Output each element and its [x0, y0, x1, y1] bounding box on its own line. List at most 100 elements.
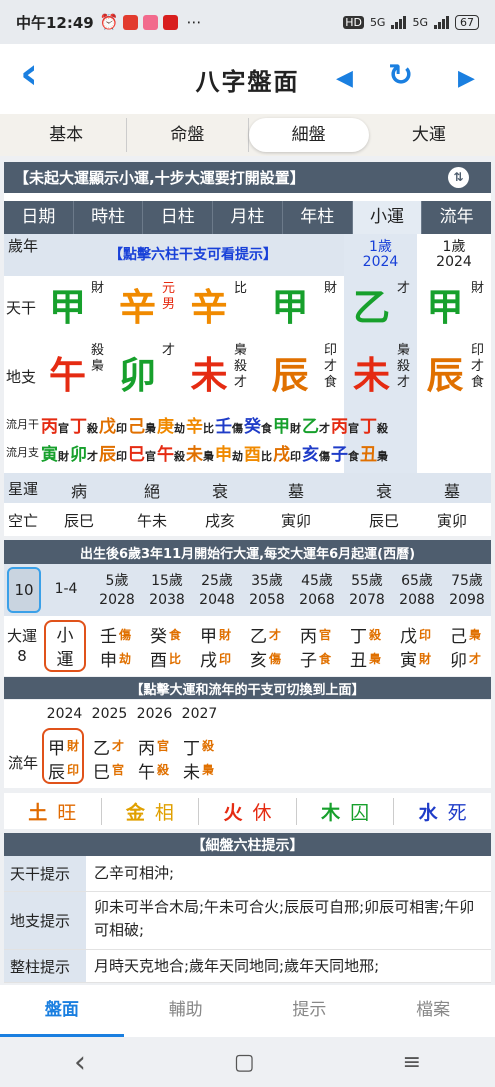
- system-menu-icon[interactable]: ≡: [403, 1050, 421, 1075]
- tab-basic[interactable]: 基本: [6, 118, 128, 152]
- liuyue-liugan-char[interactable]: 壬: [215, 417, 232, 437]
- battery-icon: 67: [455, 14, 479, 30]
- nav-dangan[interactable]: 檔案: [371, 985, 495, 1037]
- liuyue-liuzhi-char[interactable]: 子: [331, 445, 348, 465]
- tiangan-char[interactable]: 辛: [182, 277, 236, 331]
- app-icon-red: [123, 14, 139, 30]
- dayun-year: 2048: [199, 592, 235, 608]
- liunian-gan[interactable]: 甲: [48, 734, 65, 759]
- liuyue-liugan-char[interactable]: 乙: [302, 417, 319, 437]
- dayun-zhi[interactable]: 丑: [350, 646, 367, 671]
- current-age-box[interactable]: 10: [7, 567, 41, 613]
- tiangan-char[interactable]: 甲: [417, 277, 473, 331]
- dizhi-char[interactable]: 辰: [417, 345, 473, 399]
- dayun-year: 2038: [149, 592, 185, 608]
- dayun-gan-shishen: 殺: [369, 628, 382, 642]
- dayun-zhi[interactable]: 卯: [450, 646, 467, 671]
- dizhi-char[interactable]: 未: [344, 345, 399, 399]
- kongwang-value: 辰巳: [63, 512, 94, 530]
- dayun-gan[interactable]: 壬: [100, 622, 117, 647]
- xiaoyun-age: 1歲: [369, 239, 392, 255]
- liunian-gan[interactable]: 丙: [138, 734, 155, 759]
- liunian-zhi[interactable]: 午: [138, 758, 155, 783]
- kongwang-value: 戌亥: [204, 512, 235, 530]
- liuyue-liuzhi-char[interactable]: 午: [157, 445, 174, 465]
- tiangan-char[interactable]: 甲: [254, 277, 326, 331]
- xingyun-value: 墓: [443, 482, 460, 501]
- dayun-age: 5歲: [105, 573, 129, 589]
- system-back-icon[interactable]: ‹: [74, 1045, 86, 1080]
- liunian-zhi[interactable]: 辰: [48, 758, 65, 783]
- dayun-gan[interactable]: 己: [450, 622, 467, 647]
- liuyue-liuzhi-char[interactable]: 丑: [360, 445, 377, 465]
- tab-mingpan[interactable]: 命盤: [127, 118, 249, 152]
- wuxing-state: 旺: [57, 801, 77, 824]
- liuyue-liugan-char[interactable]: 癸: [244, 417, 261, 437]
- dayun-gan[interactable]: 癸: [150, 622, 167, 647]
- tiangan-shishen: 財: [324, 281, 338, 296]
- tiangan-label: 天干: [6, 299, 37, 317]
- dizhi-char[interactable]: 卯: [111, 345, 164, 399]
- liuyue-liuzhi-char[interactable]: 戌: [273, 445, 290, 465]
- liuyue-liuzhi-char[interactable]: 辰: [99, 445, 116, 465]
- liunian-zhi[interactable]: 巳: [93, 758, 110, 783]
- liuyue-liugan-char[interactable]: 戊: [99, 417, 116, 437]
- dizhi-char[interactable]: 未: [182, 345, 236, 399]
- dayun-zhi[interactable]: 申: [100, 646, 117, 671]
- dayun-gan[interactable]: 乙: [250, 622, 267, 647]
- liuyue-liuzhi-char[interactable]: 亥: [302, 445, 319, 465]
- liunian-gan[interactable]: 丁: [183, 734, 200, 759]
- tiangan-char[interactable]: 辛: [111, 277, 164, 331]
- liuyue-liugan-shishen: 食: [261, 421, 272, 435]
- liuyue-liugan-char[interactable]: 丙: [41, 417, 58, 437]
- refresh-icon[interactable]: ↻: [388, 58, 413, 93]
- pillar-tip[interactable]: 【點擊六柱干支可看提示】: [42, 234, 344, 276]
- swap-icon[interactable]: ⇅: [448, 167, 469, 188]
- tab-dayun[interactable]: 大運: [369, 118, 489, 152]
- tab-xipan[interactable]: 細盤: [248, 118, 369, 152]
- liuyue-liuzhi-char[interactable]: 巳: [128, 445, 145, 465]
- nav-fuzhu[interactable]: 輔助: [124, 985, 248, 1037]
- wuxing-element: 木: [321, 801, 341, 824]
- liunian-gan[interactable]: 乙: [93, 734, 110, 759]
- liuyue-liugan-char[interactable]: 丁: [360, 417, 377, 437]
- liuyue-liuzhi-char[interactable]: 寅: [41, 445, 58, 465]
- dizhi-char[interactable]: 辰: [254, 345, 326, 399]
- hint-row-tiangan: 天干提示 乙辛可相沖;: [4, 856, 491, 892]
- dayun-zhi[interactable]: 子: [300, 646, 317, 671]
- next-icon[interactable]: ▶: [458, 66, 475, 91]
- tiangan-char[interactable]: 甲: [42, 277, 93, 331]
- app-icon-play: [143, 14, 159, 30]
- liuyue-liuzhi-char[interactable]: 卯: [70, 445, 87, 465]
- dayun-zhi[interactable]: 亥: [250, 646, 267, 671]
- system-home-icon[interactable]: ▢: [234, 1050, 255, 1075]
- liuyue-liugan-shishen: 殺: [377, 421, 388, 435]
- liunian-zhi[interactable]: 未: [183, 758, 200, 783]
- liuyue-liugan-char[interactable]: 甲: [273, 417, 290, 437]
- dayun-gan[interactable]: 甲: [200, 622, 217, 647]
- liuyue-liugan-char[interactable]: 庚: [157, 417, 174, 437]
- liuyue-liuzhi-char[interactable]: 申: [215, 445, 232, 465]
- dayun-gan[interactable]: 戊: [400, 622, 417, 647]
- liuyue-liugan-char[interactable]: 己: [128, 417, 145, 437]
- liuyue-liuzhi-char[interactable]: 未: [186, 445, 203, 465]
- dizhi-char[interactable]: 午: [42, 345, 93, 399]
- dayun-zhi[interactable]: 寅: [400, 646, 417, 671]
- dayun-zhi[interactable]: 酉: [150, 646, 167, 671]
- nav-tishi[interactable]: 提示: [248, 985, 372, 1037]
- nav-panmian[interactable]: 盤面: [0, 985, 124, 1037]
- xiaoyun-box[interactable]: 小運: [44, 620, 86, 672]
- dayun-zhi[interactable]: 戌: [200, 646, 217, 671]
- liuyue-liugan-char[interactable]: 辛: [186, 417, 203, 437]
- liunian-zhi-shishen: 印: [67, 763, 80, 777]
- bazi-table: 日期 時柱 日柱 月柱 年柱 小運 流年 歲年 【點擊六柱干支可看提示】 1歲 …: [4, 193, 491, 536]
- liuyue-liuzhi-char[interactable]: 酉: [244, 445, 261, 465]
- liuyue-liugan-char[interactable]: 丁: [70, 417, 87, 437]
- prev-icon[interactable]: ◀: [336, 66, 353, 91]
- tiangan-shishen: 元男: [162, 281, 176, 312]
- dayun-gan[interactable]: 丙: [300, 622, 317, 647]
- tiangan-char[interactable]: 乙: [344, 277, 399, 331]
- dayun-zhi-shishen: 財: [419, 652, 432, 666]
- dayun-gan[interactable]: 丁: [350, 622, 367, 647]
- liuyue-liugan-char[interactable]: 丙: [331, 417, 348, 437]
